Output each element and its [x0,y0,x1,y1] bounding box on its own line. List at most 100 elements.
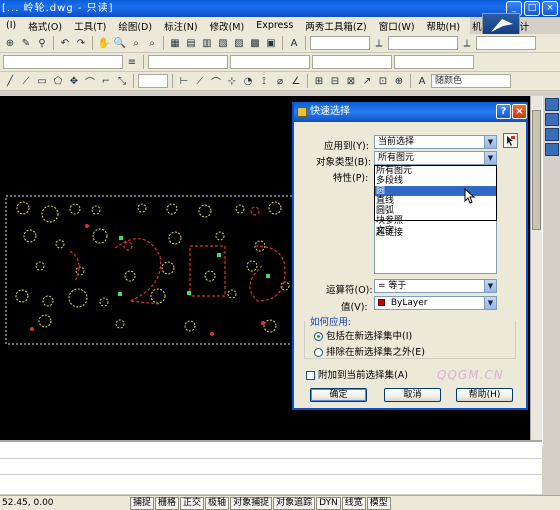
dim-layer-dropdown[interactable]: 随颜色 [431,74,511,88]
move-icon[interactable]: ✥ [67,74,81,88]
zoom-window-icon[interactable]: ⌕ [129,36,143,50]
ortho-toggle[interactable]: 正交 [180,496,205,510]
ok-button[interactable]: 确定 [310,388,367,402]
dim-style-dropdown[interactable] [388,36,458,50]
continue-icon[interactable]: ⊠ [344,74,358,88]
copy-icon[interactable] [545,113,559,126]
model-toggle[interactable]: 模型 [366,496,391,510]
menu-express[interactable]: Express [250,20,299,31]
table-style-dropdown[interactable] [476,36,536,50]
scrollbar-thumb[interactable] [532,110,541,230]
construction-line-icon[interactable]: ⟋ [19,74,33,88]
angular-icon[interactable]: ∠ [289,74,303,88]
option-circle[interactable]: 圆 [375,186,496,196]
dbconnect-icon[interactable]: ▣ [264,36,278,50]
grid-toggle[interactable]: 栅格 [155,496,180,510]
pan-icon[interactable]: ⊕ [3,36,17,50]
tolerance-icon[interactable]: ⊡ [376,74,390,88]
dyn-toggle[interactable]: DYN [316,496,341,510]
option-text[interactable]: 文字 [375,226,496,236]
cancel-button[interactable]: 取消 [384,388,441,402]
help-button[interactable]: 帮助(H) [456,388,513,402]
exclude-radio[interactable]: 排除在新选择集之外(E) [314,344,425,358]
mirror-icon[interactable] [545,128,559,141]
apply-to-combo[interactable]: 当前选择 ▼ [374,135,497,149]
dialog-help-button[interactable]: ? [496,104,511,119]
menu-modify[interactable]: 修改(M) [204,19,251,33]
stretch-icon[interactable]: ⤡ [115,74,129,88]
dialog-close-button[interactable]: × [512,104,527,119]
erase-icon[interactable] [545,98,559,111]
menu-tools[interactable]: 工具(T) [68,19,112,33]
markup-icon[interactable]: ▨ [232,36,246,50]
jogged-icon[interactable]: ⟟ [257,74,271,88]
offset-icon[interactable] [545,143,559,156]
maximize-button[interactable]: □ [524,1,540,16]
leader-icon[interactable]: ↗ [360,74,374,88]
tool-palettes-icon[interactable]: ▥ [200,36,214,50]
ordinate-icon[interactable]: ⊹ [225,74,239,88]
option-line[interactable]: 直线 [375,196,496,206]
zoom-previous-icon[interactable]: ⌕ [145,36,159,50]
aligned-dim-icon[interactable]: ⟋ [193,74,207,88]
menu-help[interactable]: 帮助(H) [421,19,467,33]
select-objects-button[interactable] [503,133,518,148]
baseline-icon[interactable]: ⊟ [328,74,342,88]
plotstyle-dropdown[interactable] [394,55,474,69]
arc-length-icon[interactable]: ⌒ [209,74,223,89]
brush-icon[interactable]: ✎ [19,36,33,50]
include-radio[interactable]: 包括在新选择集中(I) [314,328,412,342]
lineweight-toggle[interactable]: 线宽 [341,496,366,510]
line-icon[interactable]: ╱ [3,74,17,88]
object-type-combo[interactable]: 所有图元 ▼ [374,151,497,165]
close-button[interactable]: × [542,1,558,16]
undo-icon[interactable]: ↶ [58,36,72,50]
operator-combo[interactable]: = 等于 ▼ [374,279,497,293]
menu-toolbox[interactable]: 两秀工具箱(Z) [299,19,372,33]
command-line-area[interactable] [0,440,542,494]
text-style-icon[interactable]: A [287,36,301,50]
realtime-pan-icon[interactable]: ✋ [97,36,111,50]
redo-icon[interactable]: ↷ [74,36,88,50]
lineweight-dropdown[interactable] [312,55,392,69]
menu-draw[interactable]: 绘图(D) [112,19,158,33]
otrack-toggle[interactable]: 对象追踪 [273,496,316,510]
option-all-entities[interactable]: 所有图元 [375,166,496,176]
linetype-dropdown[interactable] [230,55,310,69]
fillet-icon[interactable]: ⌐ [99,74,113,88]
text-style-dropdown[interactable] [310,36,370,50]
arc-icon[interactable]: ⌒ [83,74,97,89]
menu-window[interactable]: 窗口(W) [373,19,421,33]
dim-edit-icon[interactable]: A [415,74,429,88]
vertical-scrollbar[interactable] [530,96,542,440]
linear-dim-icon[interactable]: ⊢ [177,74,191,88]
radius-icon[interactable]: ◔ [241,74,255,88]
center-mark-icon[interactable]: ⊕ [392,74,406,88]
menu-insert[interactable]: (I) [0,20,22,31]
quick-dim-icon[interactable]: ⊞ [312,74,326,88]
menu-format[interactable]: 格式(O) [22,19,68,33]
design-center-icon[interactable]: ▤ [184,36,198,50]
layer-dropdown[interactable] [3,55,123,69]
sheet-set-icon[interactable]: ▧ [216,36,230,50]
polygon-icon[interactable]: ⬠ [51,74,65,88]
append-checkbox[interactable]: 附加到当前选择集(A) [306,367,408,381]
color-dropdown[interactable] [148,55,228,69]
option-arc[interactable]: 圆弧 [375,206,496,216]
dim-style-icon[interactable]: ⟂ [372,36,386,50]
layer-states-icon[interactable]: ≡ [125,55,139,69]
match-icon[interactable]: ⚲ [35,36,49,50]
value-combo[interactable]: ByLayer ▼ [374,296,497,310]
snap-dropdown[interactable] [138,74,168,88]
calculator-icon[interactable]: ▩ [248,36,262,50]
option-polyline[interactable]: 多段线 [375,176,496,186]
properties-icon[interactable]: ▦ [168,36,182,50]
table-style-icon[interactable]: ⟂ [460,36,474,50]
menu-dimension[interactable]: 标注(N) [158,19,204,33]
snap-toggle[interactable]: 捕捉 [130,496,155,510]
diameter-icon[interactable]: ⌀ [273,74,287,88]
zoom-realtime-icon[interactable]: 🔍 [113,36,127,50]
option-block-reference[interactable]: 块参照 [375,216,496,226]
polar-toggle[interactable]: 极轴 [205,496,230,510]
rectangle-icon[interactable]: ▭ [35,74,49,88]
